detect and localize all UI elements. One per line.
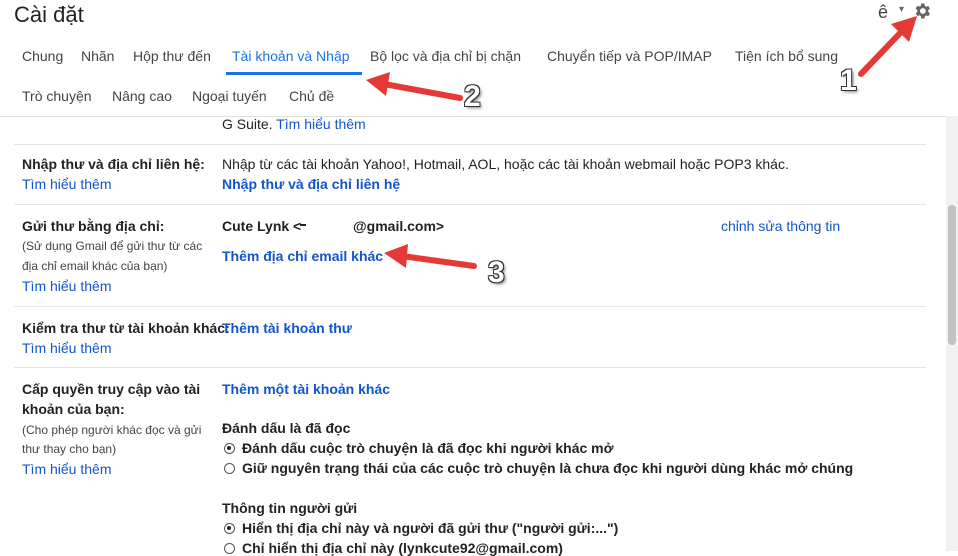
active-tab-indicator (226, 72, 362, 75)
scrollbar-thumb[interactable] (948, 205, 956, 345)
page-title: Cài đặt (14, 2, 84, 27)
row-divider (14, 144, 926, 145)
annotation-number-2: 2 (464, 80, 481, 113)
mark-read-title: Đánh dấu là đã đọc (222, 420, 351, 436)
mark-read-radio-2[interactable] (224, 463, 235, 474)
annotation-arrow-3 (384, 244, 477, 269)
sender-info-option-1[interactable]: Hiển thị địa chỉ này và người đã gửi thư… (242, 520, 618, 536)
tab-offline[interactable]: Ngoại tuyến (192, 88, 267, 104)
gear-icon[interactable] (912, 1, 932, 21)
annotation-arrow-1 (858, 16, 917, 77)
import-learn-more-link[interactable]: Tìm hiểu thêm (22, 176, 111, 192)
import-description: Nhập từ các tài khoản Yahoo!, Hotmail, A… (222, 156, 789, 172)
gsuite-text: G Suite. Tìm hiểu thêm (222, 116, 366, 132)
grant-access-learn-more-link[interactable]: Tìm hiểu thêm (22, 461, 111, 477)
tab-general[interactable]: Chung (22, 48, 63, 64)
sendas-label: Gửi thư bằng địa chỉ: (22, 218, 165, 234)
annotation-number-1: 1 (840, 64, 857, 97)
annotation-number-3: 3 (488, 256, 505, 289)
sendas-subtext: địa chỉ email khác của bạn) (22, 259, 168, 273)
import-mail-contacts-link[interactable]: Nhập thư và địa chỉ liên hệ (222, 176, 400, 192)
sender-info-option-2[interactable]: Chỉ hiển thị địa chỉ này (lynkcute92@gma… (242, 540, 563, 556)
gsuite-learn-more-link[interactable]: Tìm hiểu thêm (276, 116, 365, 132)
check-mail-learn-more-link[interactable]: Tìm hiểu thêm (22, 340, 111, 356)
grant-access-subtext: (Cho phép người khác đọc và gửi (22, 423, 202, 437)
mark-read-option-2[interactable]: Giữ nguyên trạng thái của các cuộc trò c… (242, 460, 853, 476)
grant-access-label: khoản của bạn: (22, 401, 125, 417)
add-another-account-link[interactable]: Thêm một tài khoản khác (222, 381, 390, 397)
tab-accounts-import[interactable]: Tài khoản và Nhập (232, 48, 350, 64)
grant-access-subtext: thư thay cho bạn) (22, 442, 117, 456)
sendas-subtext: (Sử dụng Gmail để gửi thư từ các (22, 239, 203, 253)
annotation-arrow-2 (366, 72, 463, 101)
tabs-divider (0, 116, 958, 117)
mark-read-radio-1[interactable] (224, 443, 235, 454)
redaction-mark (300, 224, 306, 226)
sendas-email-domain: @gmail.com> (353, 218, 445, 234)
grant-access-label: Cấp quyền truy cập vào tài (22, 381, 201, 397)
row-divider (14, 204, 926, 205)
import-label: Nhập thư và địa chỉ liên hệ: (22, 156, 205, 172)
tab-inbox[interactable]: Hộp thư đến (133, 48, 211, 64)
tab-filters[interactable]: Bộ lọc và địa chỉ bị chặn (370, 48, 521, 64)
sender-info-radio-2[interactable] (224, 543, 235, 554)
check-mail-label: Kiểm tra thư từ tài khoản khác: (22, 320, 230, 336)
language-indicator[interactable]: ê (878, 2, 888, 23)
tab-themes[interactable]: Chủ đề (289, 88, 334, 104)
sendas-name: Cute Lynk < (222, 218, 302, 234)
add-email-address-link[interactable]: Thêm địa chỉ email khác (222, 248, 383, 264)
tab-forwarding[interactable]: Chuyển tiếp và POP/IMAP (547, 48, 712, 64)
row-divider (14, 367, 926, 368)
row-divider (14, 306, 926, 307)
tab-labels[interactable]: Nhãn (81, 48, 114, 64)
tab-addons[interactable]: Tiện ích bổ sung (735, 48, 838, 64)
edit-info-link[interactable]: chỉnh sửa thông tin (721, 218, 840, 234)
sender-info-radio-1[interactable] (224, 523, 235, 534)
sendas-learn-more-link[interactable]: Tìm hiểu thêm (22, 278, 111, 294)
sender-info-title: Thông tin người gửi (222, 500, 358, 516)
mark-read-option-1[interactable]: Đánh dấu cuộc trò chuyện là đã đọc khi n… (242, 440, 614, 456)
add-mail-account-link[interactable]: Thêm tài khoản thư (222, 320, 352, 336)
tab-advanced[interactable]: Nâng cao (112, 88, 172, 104)
chevron-down-icon[interactable]: ▾ (899, 4, 904, 15)
tab-chat[interactable]: Trò chuyện (22, 88, 92, 104)
